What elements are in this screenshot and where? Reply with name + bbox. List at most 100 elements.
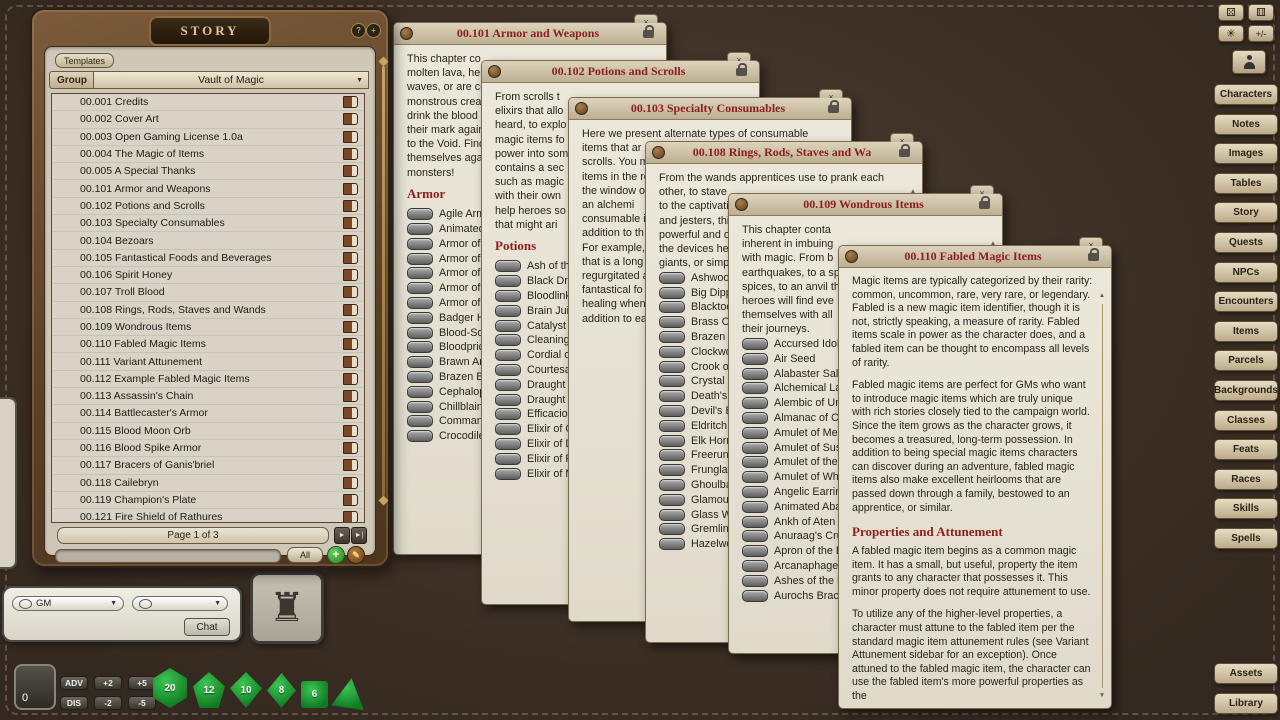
search-input[interactable] [55,549,281,563]
link-pill-icon[interactable] [659,523,685,535]
book-icon[interactable] [343,356,358,368]
sidebar-button-classes[interactable]: Classes [1214,410,1278,431]
sidebar-button-encounters[interactable]: Encounters [1214,291,1278,312]
link-pill-icon[interactable] [407,223,433,235]
gm-identity-dropdown[interactable]: GM ▼ [12,596,124,611]
link-pill-icon[interactable] [407,312,433,324]
sidebar-button-quests[interactable]: Quests [1214,232,1278,253]
book-icon[interactable] [343,407,358,419]
link-pill-icon[interactable] [407,253,433,265]
drag-handle-icon[interactable] [575,102,588,115]
settings-gear-icon[interactable]: ✳ [1218,25,1244,42]
link-pill-icon[interactable] [407,208,433,220]
book-icon[interactable] [343,235,358,247]
link-pill-icon[interactable] [495,260,521,272]
link-pill-icon[interactable] [742,560,768,572]
die-d20[interactable]: 20 [152,668,188,708]
link-pill-icon[interactable] [407,356,433,368]
sidebar-button-feats[interactable]: Feats [1214,439,1278,460]
link-pill-icon[interactable] [659,420,685,432]
book-icon[interactable] [343,511,358,523]
character-selection-button[interactable] [1232,50,1266,74]
story-list-row[interactable]: 00.111 Variant Attunement [52,353,364,370]
link-pill-icon[interactable] [407,386,433,398]
story-list-row[interactable]: 00.112 Example Fabled Magic Items [52,371,364,388]
link-pill-icon[interactable] [495,394,521,406]
story-list-row[interactable]: 00.107 Troll Blood [52,284,364,301]
link-pill-icon[interactable] [742,353,768,365]
window-titlebar[interactable]: 00.101 Armor and Weapons [394,23,666,45]
story-list-row[interactable]: 00.102 Potions and Scrolls [52,198,364,215]
book-icon[interactable] [343,390,358,402]
die-d6[interactable]: 6 [301,681,328,708]
link-pill-icon[interactable] [407,238,433,250]
group-dropdown[interactable]: Vault of Magic ▼ [93,71,369,89]
roll-button--2[interactable]: -2 [94,696,122,710]
book-icon[interactable] [343,286,358,298]
sidebar-button-skills[interactable]: Skills [1214,498,1278,519]
sidebar-button-assets[interactable]: Assets [1214,663,1278,684]
chat-tab[interactable]: Chat [184,618,230,636]
plus-minus-button[interactable]: +/- [1248,25,1274,42]
book-icon[interactable] [343,252,358,264]
decorative-scrollbar[interactable] [382,66,385,496]
drag-handle-icon[interactable] [488,65,501,78]
story-list-row[interactable]: 00.115 Blood Moon Orb [52,423,364,440]
lock-icon[interactable] [643,30,654,38]
lock-icon[interactable] [979,201,990,209]
die-d4[interactable] [331,676,368,710]
link-pill-icon[interactable] [742,412,768,424]
lock-icon[interactable] [1088,253,1099,261]
link-pill-icon[interactable] [495,453,521,465]
book-icon[interactable] [343,373,358,385]
book-icon[interactable] [343,304,358,316]
lock-icon[interactable] [828,105,839,113]
book-icon[interactable] [343,217,358,229]
drag-handle-icon[interactable] [735,198,748,211]
roll-button-dis[interactable]: DIS [60,696,88,710]
die-d12[interactable]: 12 [193,672,225,708]
language-dropdown[interactable]: ▼ [132,596,228,611]
link-pill-icon[interactable] [659,331,685,343]
story-list-row[interactable]: 00.104 Bezoars [52,232,364,249]
lock-icon[interactable] [899,149,910,157]
filter-all-button[interactable]: All [287,547,323,563]
modifier-stack-box[interactable]: 0 [14,664,56,710]
link-pill-icon[interactable] [742,530,768,542]
link-pill-icon[interactable] [742,338,768,350]
lock-icon[interactable] [736,68,747,76]
story-list-row[interactable]: 00.110 Fabled Magic Items [52,336,364,353]
roll-button--2[interactable]: +2 [94,676,122,690]
book-icon[interactable] [343,321,358,333]
link-pill-icon[interactable] [742,427,768,439]
link-pill-icon[interactable] [659,390,685,402]
link-pill-icon[interactable] [742,382,768,394]
link-pill-icon[interactable] [742,397,768,409]
story-list-row[interactable]: 00.001 Credits [52,94,364,111]
book-icon[interactable] [343,96,358,108]
link-pill-icon[interactable] [495,423,521,435]
sidebar-button-spells[interactable]: Spells [1214,528,1278,549]
link-pill-icon[interactable] [659,301,685,313]
last-page-button[interactable]: ►| [351,527,367,544]
link-pill-icon[interactable] [407,401,433,413]
link-pill-icon[interactable] [407,371,433,383]
story-list-row[interactable]: 00.103 Specialty Consumables [52,215,364,232]
scroll-up-icon[interactable]: ▲ [1099,292,1105,300]
help-icon[interactable]: ? [351,23,366,38]
window-titlebar[interactable]: 00.108 Rings, Rods, Staves and Wa [646,142,922,164]
book-icon[interactable] [343,269,358,281]
book-icon[interactable] [343,183,358,195]
story-list-row[interactable]: 00.113 Assassin's Chain [52,388,364,405]
die-d10[interactable]: 10 [230,672,262,708]
story-list-row[interactable]: 00.105 Fantastical Foods and Beverages [52,250,364,267]
link-pill-icon[interactable] [495,320,521,332]
story-list-row[interactable]: 00.108 Rings, Rods, Staves and Wands [52,302,364,319]
link-pill-icon[interactable] [742,501,768,513]
link-pill-icon[interactable] [742,516,768,528]
sidebar-button-items[interactable]: Items [1214,321,1278,342]
add-entry-button[interactable]: + [327,546,345,564]
sidebar-button-library[interactable]: Library [1214,693,1278,714]
link-pill-icon[interactable] [659,464,685,476]
sidebar-button-tables[interactable]: Tables [1214,173,1278,194]
